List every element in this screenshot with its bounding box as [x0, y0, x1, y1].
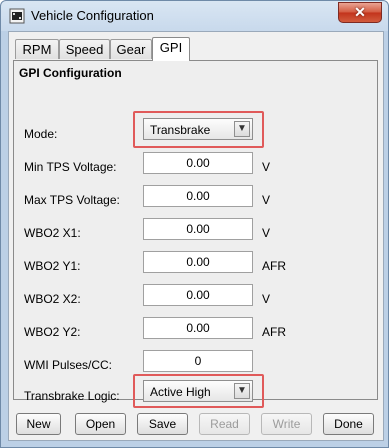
- read-button[interactable]: Read: [199, 413, 250, 435]
- dialog-content: RPM Speed Gear GPI GPI Configuration Mod…: [8, 31, 384, 441]
- min-tps-unit: V: [262, 160, 271, 174]
- transbrake-logic-label: Transbrake Logic:: [24, 389, 120, 403]
- tab-speed[interactable]: Speed: [59, 39, 110, 59]
- max-tps-input[interactable]: 0.00: [143, 185, 253, 207]
- wbo2-y1-label: WBO2 Y1:: [24, 259, 81, 273]
- transbrake-logic-select[interactable]: Active High ▼: [143, 380, 253, 402]
- min-tps-input[interactable]: 0.00: [143, 152, 253, 174]
- wbo2-y1-input[interactable]: 0.00: [143, 251, 253, 273]
- write-button[interactable]: Write: [261, 413, 312, 435]
- max-tps-unit: V: [262, 193, 271, 207]
- wbo2-y1-unit: AFR: [262, 259, 286, 273]
- wmi-pulses-label: WMI Pulses/CC:: [24, 358, 113, 372]
- section-title: GPI Configuration: [19, 66, 122, 80]
- wbo2-x1-label: WBO2 X1:: [24, 226, 81, 240]
- max-tps-label: Max TPS Voltage:: [24, 193, 120, 207]
- done-button[interactable]: Done: [323, 413, 374, 435]
- wbo2-x2-input[interactable]: 0.00: [143, 284, 253, 306]
- gpi-panel: GPI Configuration Mode: Transbrake ▼ Min…: [13, 60, 378, 408]
- chevron-down-icon[interactable]: ▼: [234, 121, 250, 137]
- wbo2-x1-input[interactable]: 0.00: [143, 218, 253, 240]
- tab-rpm[interactable]: RPM: [15, 39, 59, 59]
- tab-label: GPI: [159, 40, 183, 55]
- close-button[interactable]: ✕: [338, 2, 382, 23]
- open-button[interactable]: Open: [75, 413, 126, 435]
- window-title: Vehicle Configuration: [31, 8, 154, 23]
- wbo2-y2-unit: AFR: [262, 325, 286, 339]
- mode-value: Transbrake: [150, 123, 211, 137]
- mode-select[interactable]: Transbrake ▼: [143, 118, 253, 140]
- wbo2-y2-input[interactable]: 0.00: [143, 317, 253, 339]
- tab-gpi[interactable]: GPI: [152, 37, 190, 61]
- tab-gear[interactable]: Gear: [110, 39, 152, 59]
- tab-label: Gear: [116, 42, 146, 57]
- wbo2-x1-unit: V: [262, 226, 271, 240]
- min-tps-label: Min TPS Voltage:: [24, 160, 117, 174]
- tab-label: RPM: [22, 42, 52, 57]
- close-icon: ✕: [354, 4, 366, 20]
- wbo2-x2-label: WBO2 X2:: [24, 292, 81, 306]
- tab-label: Speed: [65, 42, 104, 57]
- chevron-down-icon[interactable]: ▼: [234, 383, 250, 399]
- save-button[interactable]: Save: [137, 413, 188, 435]
- title-bar[interactable]: Vehicle Configuration ✕: [1, 1, 388, 31]
- wmi-pulses-input[interactable]: 0: [143, 350, 253, 372]
- wbo2-x2-unit: V: [262, 292, 271, 306]
- vehicle-configuration-window: Vehicle Configuration ✕ RPM Speed Gear G…: [0, 0, 389, 448]
- transbrake-logic-value: Active High: [150, 385, 211, 399]
- mode-label: Mode:: [24, 127, 58, 141]
- app-icon: [9, 8, 25, 24]
- new-button[interactable]: New: [16, 413, 61, 435]
- wbo2-y2-label: WBO2 Y2:: [24, 325, 81, 339]
